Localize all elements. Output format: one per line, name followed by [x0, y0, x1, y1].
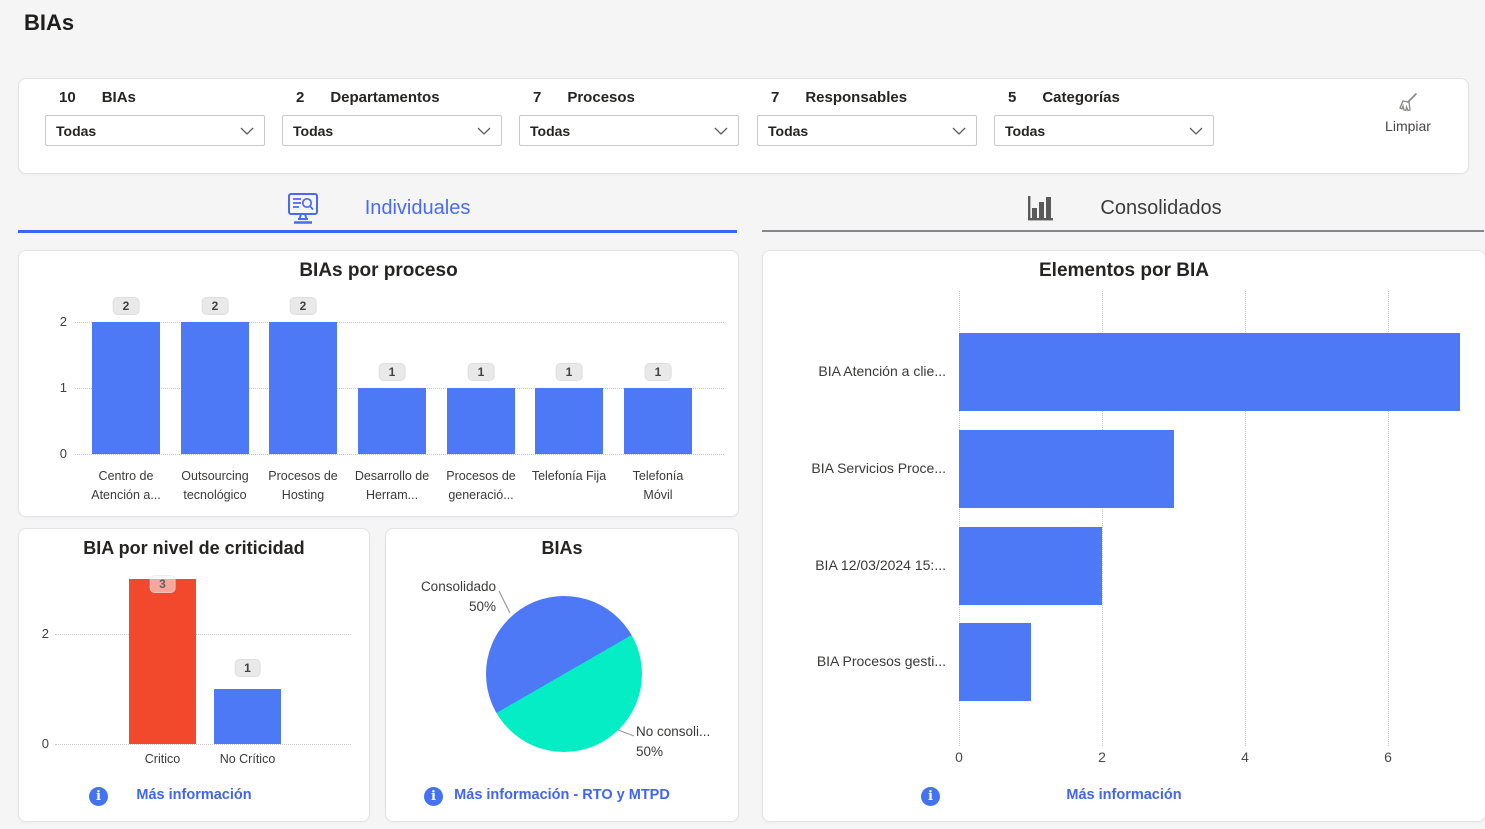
- chart-title: BIA por nivel de criticidad: [19, 538, 369, 559]
- data-label-badge: 1: [379, 363, 406, 381]
- category-label: Centro de Atención a...: [87, 467, 165, 505]
- pie-chart[interactable]: [486, 596, 642, 752]
- responsables-filter-label: Responsables: [805, 89, 907, 106]
- chevron-down-icon: [477, 127, 491, 135]
- responsables-filter-dropdown[interactable]: Todas: [757, 115, 977, 146]
- data-label-badge: 2: [202, 297, 229, 315]
- chevron-down-icon: [240, 127, 254, 135]
- data-label-badge: 1: [468, 363, 495, 381]
- bar[interactable]: [214, 689, 281, 744]
- gridline: [55, 634, 351, 635]
- bias-filter-dropdown[interactable]: Todas: [45, 115, 265, 146]
- broom-icon: [1396, 91, 1420, 115]
- category-label: Telefonía Fija: [530, 467, 608, 486]
- y-axis-tick-label: 1: [41, 380, 67, 395]
- x-axis-tick-label: 6: [1384, 749, 1392, 765]
- chart-title: Elementos por BIA: [763, 260, 1485, 282]
- category-label: Telefonía Móvil: [619, 467, 697, 505]
- departamentos-filter-label: Departamentos: [330, 89, 439, 106]
- data-label-badge: 3: [149, 575, 176, 593]
- chevron-down-icon: [952, 127, 966, 135]
- filter-group-categorias: 5 Categorías Todas: [994, 89, 1214, 146]
- category-label: Procesos de generació...: [442, 467, 520, 505]
- category-label: Procesos de Hosting: [264, 467, 342, 505]
- pie-label-no-consolidado: No consoli... 50%: [636, 722, 736, 762]
- tab-consolidados[interactable]: Consolidados: [762, 186, 1484, 232]
- x-axis-tick-label: 0: [955, 749, 963, 765]
- tab-individuales[interactable]: Individuales: [18, 186, 737, 233]
- data-label-badge: 1: [234, 659, 261, 677]
- bar[interactable]: [959, 527, 1102, 605]
- filter-bar: 10 BIAs Todas 2 Departamentos Todas 7 Pr…: [18, 78, 1469, 174]
- filter-group-bias: 10 BIAs Todas: [45, 89, 265, 146]
- bias-filter-label: BIAs: [102, 89, 136, 106]
- bar[interactable]: [624, 388, 692, 454]
- chart-title: BIAs: [386, 538, 738, 559]
- procesos-filter-label: Procesos: [567, 89, 635, 106]
- monitor-search-icon: [285, 192, 321, 225]
- y-axis-tick-label: 0: [23, 736, 49, 751]
- filter-group-departamentos: 2 Departamentos Todas: [282, 89, 502, 146]
- departamentos-filter-dropdown[interactable]: Todas: [282, 115, 502, 146]
- category-label: BIA Procesos gesti...: [776, 653, 946, 669]
- bar[interactable]: [181, 322, 249, 454]
- page-title: BIAs: [24, 10, 74, 36]
- bar[interactable]: [447, 388, 515, 454]
- category-label: No Crítico: [203, 750, 293, 769]
- categorias-count: 5: [1008, 89, 1016, 106]
- categorias-filter-label: Categorías: [1042, 89, 1120, 106]
- filter-group-responsables: 7 Responsables Todas: [757, 89, 977, 146]
- bar[interactable]: [269, 322, 337, 454]
- data-label-badge: 1: [645, 363, 672, 381]
- gridline: [55, 744, 351, 745]
- chart-card-elementos-por-bia: Elementos por BIA i Más información 0246…: [762, 250, 1485, 822]
- data-label-badge: 1: [556, 363, 583, 381]
- x-axis-tick-label: 4: [1241, 749, 1249, 765]
- filter-group-procesos: 7 Procesos Todas: [519, 89, 739, 146]
- tab-individuales-label: Individuales: [365, 197, 471, 220]
- bar[interactable]: [92, 322, 160, 454]
- category-label: BIA 12/03/2024 15:...: [776, 557, 946, 573]
- y-axis-tick-label: 2: [23, 626, 49, 641]
- chart-card-bias-pie: BIAs Consolidado 50% No consoli... 50% i…: [385, 528, 739, 822]
- chevron-down-icon: [714, 127, 728, 135]
- category-label: Outsourcing tecnológico: [176, 467, 254, 505]
- data-label-badge: 2: [290, 297, 317, 315]
- gridline: [75, 454, 724, 455]
- chart-title: BIAs por proceso: [19, 260, 738, 282]
- category-label: Critico: [118, 750, 208, 769]
- tab-consolidados-label: Consolidados: [1100, 197, 1221, 220]
- category-label: BIA Atención a clie...: [776, 363, 946, 379]
- bar[interactable]: [959, 430, 1174, 508]
- bias-count: 10: [59, 89, 76, 106]
- gridline: [75, 322, 724, 323]
- categorias-filter-dropdown[interactable]: Todas: [994, 115, 1214, 146]
- chart-card-bia-criticidad: BIA por nivel de criticidad i Más inform…: [18, 528, 370, 822]
- procesos-filter-dropdown[interactable]: Todas: [519, 115, 739, 146]
- y-axis-tick-label: 0: [41, 446, 67, 461]
- responsables-count: 7: [771, 89, 779, 106]
- bar[interactable]: [129, 579, 196, 744]
- more-info-link[interactable]: Más información: [19, 787, 369, 803]
- bar[interactable]: [358, 388, 426, 454]
- x-axis-tick-label: 2: [1098, 749, 1106, 765]
- y-axis-tick-label: 2: [41, 314, 67, 329]
- data-label-badge: 2: [113, 297, 140, 315]
- category-label: BIA Servicios Proce...: [776, 460, 946, 476]
- procesos-count: 7: [533, 89, 541, 106]
- bar[interactable]: [959, 333, 1460, 411]
- more-info-link[interactable]: Más información - RTO y MTPD: [386, 787, 738, 803]
- chevron-down-icon: [1189, 127, 1203, 135]
- more-info-link[interactable]: Más información: [763, 787, 1485, 803]
- bias-dashboard: BIAs 10 BIAs Todas 2 Departamentos Todas: [0, 0, 1485, 829]
- pie-label-consolidado: Consolidado 50%: [386, 577, 496, 617]
- clear-filters-button[interactable]: Limpiar: [1376, 91, 1440, 134]
- bar-chart-icon: [1024, 192, 1056, 224]
- category-label: Desarrollo de Herram...: [353, 467, 431, 505]
- bar[interactable]: [959, 623, 1031, 701]
- bar[interactable]: [535, 388, 603, 454]
- chart-card-bias-por-proceso: BIAs por proceso 2 1 0 2 Centro de Atención …: [18, 250, 739, 517]
- departamentos-count: 2: [296, 89, 304, 106]
